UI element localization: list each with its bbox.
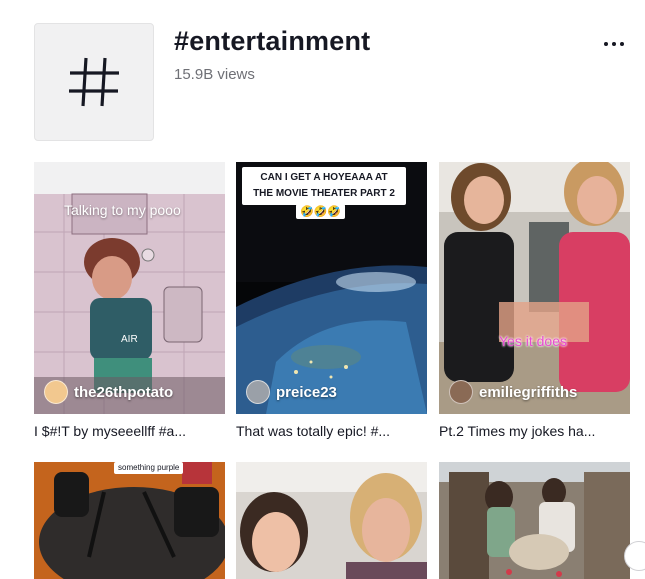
author-name: emiliegriffiths bbox=[479, 383, 578, 401]
video-caption[interactable]: I $#!T by myseeellff #a... bbox=[34, 423, 225, 439]
video-overlay-text: Talking to my pooo bbox=[64, 202, 181, 218]
video-thumbnail[interactable] bbox=[439, 462, 630, 579]
video-card[interactable]: CAN I GET A HOYEAAA AT THE MOVIE THEATER… bbox=[236, 162, 427, 452]
shirt-text: AIR bbox=[121, 334, 138, 345]
video-author[interactable]: emiliegriffiths bbox=[449, 380, 577, 404]
view-count: 15.9B views bbox=[174, 66, 255, 83]
page-title: #entertainment bbox=[174, 26, 371, 56]
video-card[interactable] bbox=[439, 462, 630, 579]
sticker-emoji: 🤣🤣🤣 bbox=[296, 204, 346, 219]
author-name: the26thpotato bbox=[74, 383, 174, 401]
video-sticker: something purple bbox=[114, 462, 184, 474]
avatar bbox=[44, 380, 68, 404]
video-card[interactable]: AIR Talking to my pooo the26thpotato I $… bbox=[34, 162, 225, 452]
video-card[interactable]: Yes it does emiliegriffiths Pt.2 Times m… bbox=[439, 162, 630, 452]
more-options-button[interactable] bbox=[598, 32, 630, 56]
video-thumbnail[interactable] bbox=[236, 462, 427, 579]
video-card[interactable] bbox=[236, 462, 427, 579]
video-caption[interactable]: That was totally epic! #... bbox=[236, 423, 427, 439]
video-thumbnail[interactable]: CAN I GET A HOYEAAA AT THE MOVIE THEATER… bbox=[236, 162, 427, 414]
video-thumbnail[interactable]: AIR Talking to my pooo the26thpotato bbox=[34, 162, 225, 414]
video-thumbnail[interactable]: Yes it does emiliegriffiths bbox=[439, 162, 630, 414]
hashtag-icon bbox=[69, 57, 119, 107]
author-name: preice23 bbox=[276, 383, 337, 401]
video-card[interactable]: something purple bbox=[34, 462, 225, 579]
video-caption[interactable]: Pt.2 Times my jokes ha... bbox=[439, 423, 630, 439]
avatar bbox=[246, 380, 270, 404]
video-thumbnail[interactable]: something purple bbox=[34, 462, 225, 579]
video-author[interactable]: preice23 bbox=[246, 380, 337, 404]
video-overlay-text: Yes it does bbox=[499, 333, 567, 349]
video-author[interactable]: the26thpotato bbox=[44, 380, 173, 404]
avatar bbox=[449, 380, 473, 404]
more-horizontal-icon bbox=[604, 42, 608, 46]
video-sticker: CAN I GET A HOYEAAA AT THE MOVIE THEATER… bbox=[242, 167, 406, 205]
hashtag-avatar bbox=[34, 23, 154, 141]
